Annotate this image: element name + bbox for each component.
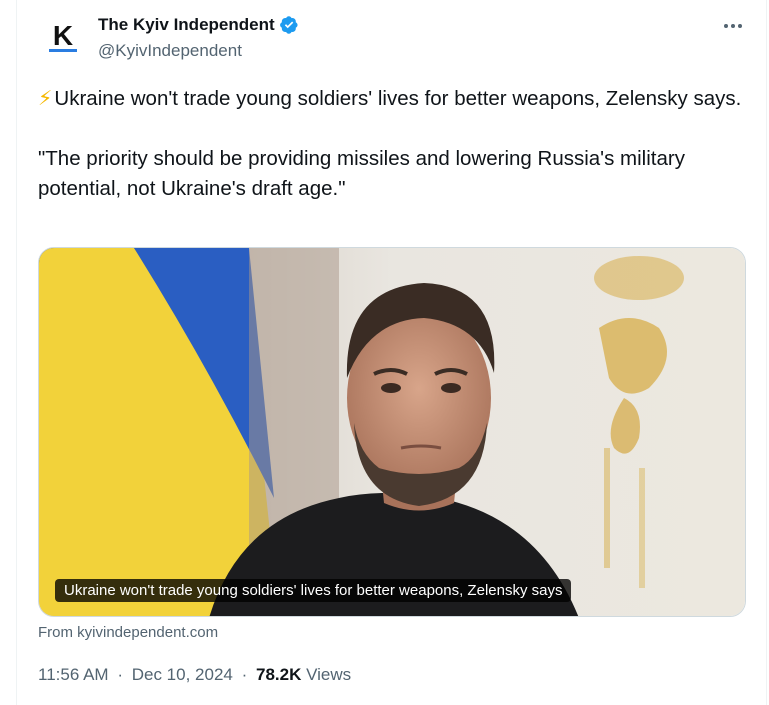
author-handle[interactable]: @KyivIndependent: [98, 41, 242, 61]
lightning-bolt-icon: ⚡: [38, 87, 53, 110]
tweet-text: ⚡Ukraine won't trade young soldiers' liv…: [38, 84, 758, 204]
tweet-time[interactable]: 11:56 AM: [38, 665, 109, 684]
article-photo: [39, 248, 745, 616]
more-dots-icon[interactable]: [716, 14, 750, 38]
kyiv-independent-logo: K: [49, 20, 77, 52]
verified-badge-icon: [279, 16, 298, 34]
svg-text:K: K: [53, 20, 73, 51]
card-source[interactable]: From kyivindependent.com: [38, 624, 218, 641]
separator: ·: [241, 665, 248, 684]
author-name-row: The Kyiv Independent: [98, 15, 299, 35]
views-count: 78.2K: [256, 665, 302, 684]
tweet-meta: 11:56 AM · Dec 10, 2024 · 78.2K Views: [38, 665, 351, 685]
separator: ·: [117, 665, 123, 684]
tweet-paragraph-2: "The priority should be providing missil…: [38, 147, 685, 200]
author-display-name[interactable]: The Kyiv Independent: [98, 15, 275, 35]
link-card[interactable]: Ukraine won't trade young soldiers' live…: [38, 247, 746, 617]
card-title: Ukraine won't trade young soldiers' live…: [55, 579, 572, 602]
tweet-line-1: Ukraine won't trade young soldiers' live…: [54, 87, 742, 110]
tweet-paragraph-1: ⚡Ukraine won't trade young soldiers' liv…: [38, 84, 758, 114]
avatar[interactable]: K: [39, 12, 87, 60]
tweet-date[interactable]: Dec 10, 2024: [132, 665, 233, 684]
views-label: Views: [306, 665, 352, 684]
tweet: K The Kyiv Independent @KyivIndependent …: [16, 0, 767, 705]
